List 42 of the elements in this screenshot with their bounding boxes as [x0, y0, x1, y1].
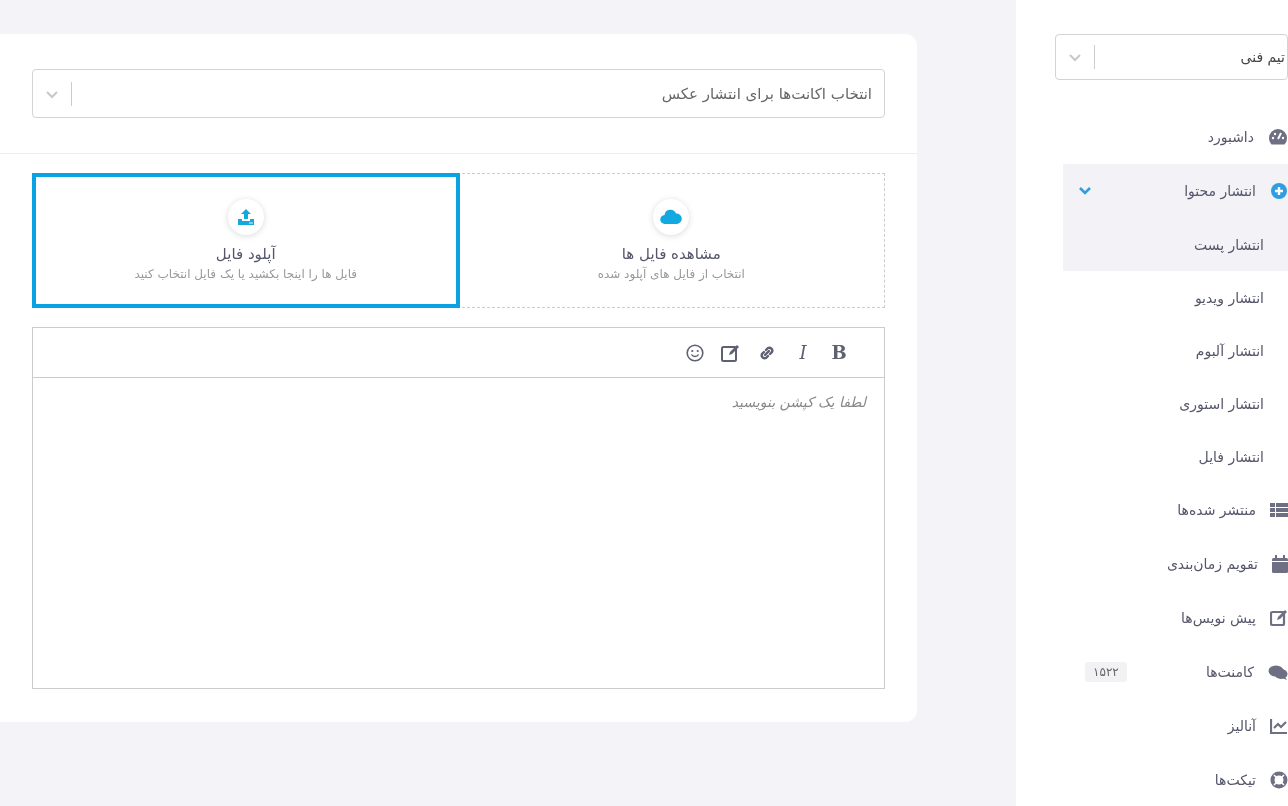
menu-label: تیکت‌ها	[1214, 772, 1256, 788]
source-subtitle: فایل ها را اینجا بکشید یا یک فایل انتخاب کنید	[134, 267, 358, 281]
line-chart-icon	[1270, 718, 1288, 734]
edit-icon	[1270, 609, 1288, 627]
plus-circle-icon	[1270, 182, 1288, 200]
source-title: مشاهده فایل ها	[621, 245, 721, 263]
menu-item[interactable]: پیش نویس‌ها	[1063, 591, 1288, 645]
source-option[interactable]: آپلود فایل فایل ها را اینجا بکشید یا یک فایل انتخاب کنید	[32, 173, 460, 308]
menu-label: داشبورد	[1207, 129, 1254, 145]
menu-label: پیش نویس‌ها	[1181, 610, 1256, 626]
menu-item[interactable]: داشبورد	[1063, 110, 1288, 164]
source-title: آپلود فایل	[215, 245, 276, 263]
submenu-item[interactable]: انتشار فایل	[1063, 430, 1288, 483]
menu-label: انتشار محتوا	[1184, 183, 1256, 199]
menu-item[interactable]: منتشر شده‌ها	[1063, 483, 1288, 537]
source-subtitle: انتخاب از فایل های آپلود شده	[597, 267, 745, 281]
list-icon	[1270, 502, 1288, 518]
bold-button[interactable]: B	[824, 337, 854, 368]
chat-bubbles-icon	[1268, 663, 1288, 681]
menu-item[interactable]: انتشار محتوا	[1063, 164, 1288, 218]
team-select[interactable]: تیم فنی	[1055, 34, 1288, 80]
edit-icon	[721, 343, 741, 362]
caption-field[interactable]: لطفا یک کپشن بنویسید	[32, 378, 885, 689]
count-badge: ۱۵۲۲	[1085, 662, 1127, 682]
menu-item[interactable]: تیکت‌ها	[1063, 753, 1288, 806]
menu-item[interactable]: تقویم زمان‌بندی	[1063, 537, 1288, 591]
submenu-item[interactable]: انتشار استوری	[1063, 377, 1288, 430]
menu-label: منتشر شده‌ها	[1177, 502, 1256, 518]
upload-icon	[227, 199, 264, 235]
cloud-icon	[653, 199, 690, 235]
menu-item[interactable]: کامنت‌ها ۱۵۲۲	[1063, 645, 1288, 699]
menu-item[interactable]: آنالیز	[1063, 699, 1288, 753]
link-icon	[758, 343, 776, 362]
account-select[interactable]: انتخاب اکانت‌ها برای انتشار عکس	[32, 69, 885, 118]
source-option[interactable]: مشاهده فایل ها انتخاب از فایل های آپلود شده	[457, 173, 885, 308]
italic-button[interactable]: I	[788, 337, 818, 368]
menu-label: کامنت‌ها	[1205, 664, 1254, 680]
menu-label: آنالیز	[1227, 718, 1256, 734]
submenu-item[interactable]: انتشار ویدیو	[1063, 271, 1288, 324]
menu-label: تقویم زمان‌بندی	[1166, 556, 1258, 572]
submenu-item[interactable]: انتشار آلبوم	[1063, 324, 1288, 377]
smiley-icon	[686, 343, 704, 362]
